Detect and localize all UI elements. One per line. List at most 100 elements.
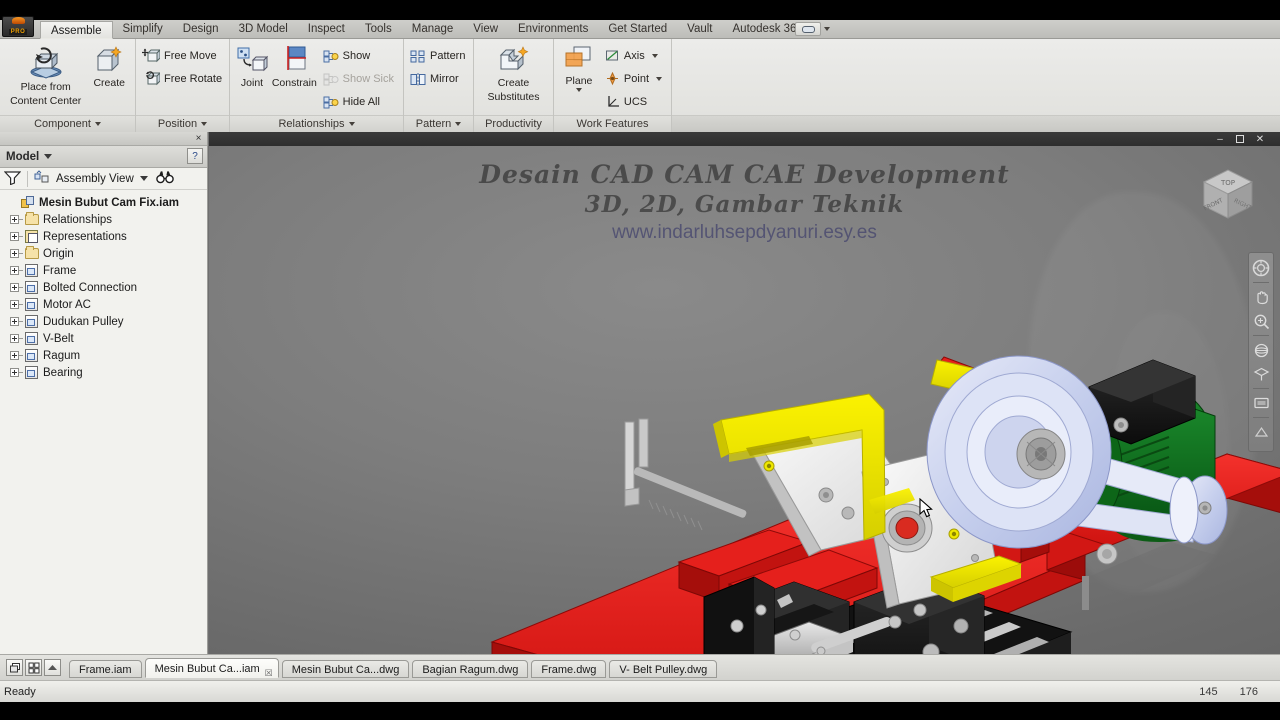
toolbar-separator	[27, 170, 28, 187]
tab-environments[interactable]: Environments	[508, 20, 598, 39]
orbit-icon[interactable]	[1251, 340, 1271, 360]
axis-button[interactable]: Axis	[603, 45, 667, 67]
pan-icon[interactable]	[1251, 287, 1271, 307]
navigation-bar[interactable]	[1248, 252, 1274, 452]
tree-item[interactable]: Frame	[3, 262, 207, 279]
tree-root-item[interactable]: Mesin Bubut Cam Fix.iam	[3, 194, 207, 211]
zoom-icon[interactable]	[1251, 311, 1271, 331]
place-from-content-center-button[interactable]: Place from Content Center	[4, 43, 87, 107]
joint-icon	[237, 47, 268, 72]
document-tab[interactable]: Mesin Bubut Ca...dwg	[281, 659, 410, 678]
ribbon-display-options-button[interactable]	[795, 22, 821, 36]
point-button[interactable]: Point	[603, 68, 667, 90]
panel-label-productivity[interactable]: Productivity	[474, 115, 553, 132]
help-icon[interactable]: ?	[187, 148, 203, 164]
status-bar: Ready 145 176	[0, 680, 1280, 702]
tab-simplify[interactable]: Simplify	[113, 20, 173, 39]
chevron-down-icon	[455, 122, 462, 127]
free-rotate-button[interactable]: Free Rotate	[140, 68, 227, 90]
panel-label-pattern[interactable]: Pattern	[404, 115, 473, 132]
display-icon[interactable]	[1251, 393, 1271, 413]
assembly-icon	[21, 196, 36, 209]
chevron-down-icon[interactable]	[44, 154, 53, 159]
joint-label: Joint	[240, 77, 264, 89]
create-component-button[interactable]: Create	[87, 43, 131, 89]
chevron-down-icon[interactable]	[139, 176, 148, 181]
expand-toggle-icon[interactable]	[9, 230, 23, 243]
pattern-button[interactable]: Pattern	[408, 45, 470, 67]
chevron-down-icon[interactable]	[656, 77, 662, 81]
panel-label-work-features[interactable]: Work Features	[554, 115, 671, 132]
view-cube[interactable]: TOP FRONT RIGHT	[1194, 160, 1262, 224]
cascade-windows-button[interactable]	[6, 659, 23, 676]
tab-view[interactable]: View	[463, 20, 508, 39]
free-move-button[interactable]: Free Move	[140, 45, 227, 67]
tree-item[interactable]: Motor AC	[3, 296, 207, 313]
tab-design[interactable]: Design	[173, 20, 229, 39]
expand-toggle-icon[interactable]	[9, 247, 23, 260]
expand-toggle-icon[interactable]	[9, 298, 23, 311]
tree-item[interactable]: Dudukan Pulley	[3, 313, 207, 330]
svg-text:TOP: TOP	[1220, 179, 1235, 187]
document-tab[interactable]: V- Belt Pulley.dwg	[609, 659, 718, 678]
tab-inspect[interactable]: Inspect	[298, 20, 355, 39]
plane-button[interactable]: Plane	[558, 43, 600, 92]
document-tab[interactable]: Frame.iam	[69, 659, 142, 678]
tile-windows-button[interactable]	[25, 659, 42, 676]
tree-item[interactable]: Representations	[3, 228, 207, 245]
tab-get-started[interactable]: Get Started	[598, 20, 677, 39]
substitutes-label: Substitutes	[487, 91, 540, 103]
panel-label-position[interactable]: Position	[136, 115, 229, 132]
free-rotate-icon	[146, 71, 160, 86]
hide-all-button[interactable]: Hide All	[321, 91, 399, 113]
model-tree[interactable]: Mesin Bubut Cam Fix.iam Relationships Repr…	[0, 190, 207, 654]
panel-label-component[interactable]: Component	[0, 115, 135, 132]
expand-toggle-icon[interactable]	[9, 213, 23, 226]
tab-assemble[interactable]: Assemble	[40, 21, 113, 39]
tree-item[interactable]: Origin	[3, 245, 207, 262]
tree-item[interactable]: V-Belt	[3, 330, 207, 347]
chevron-down-icon[interactable]	[575, 88, 582, 92]
expand-toggle-icon[interactable]	[9, 349, 23, 362]
filter-icon[interactable]	[3, 170, 22, 188]
expand-toggle-icon[interactable]	[9, 332, 23, 345]
expand-toggle-icon[interactable]	[9, 281, 23, 294]
create-substitutes-button[interactable]: Create Substitutes	[478, 43, 549, 103]
steering-wheel-icon[interactable]	[1251, 258, 1271, 278]
chevron-down-icon[interactable]	[651, 54, 658, 58]
ucs-button[interactable]: UCS	[603, 91, 667, 113]
tree-item[interactable]: Ragum	[3, 347, 207, 364]
look-at-icon[interactable]	[1251, 364, 1271, 384]
show-relationships-button[interactable]: Show	[321, 45, 399, 67]
assembly-view-label[interactable]: Assembly View	[56, 173, 134, 185]
tab-3d-model[interactable]: 3D Model	[229, 20, 298, 39]
tree-item[interactable]: Relationships	[3, 211, 207, 228]
application-menu-button[interactable]: PRO	[2, 16, 34, 37]
close-icon[interactable]: ×	[193, 133, 204, 144]
constrain-button[interactable]: Constrain	[270, 43, 319, 89]
point-icon	[606, 72, 618, 86]
document-tab[interactable]: Bagian Ragum.dwg	[412, 659, 529, 678]
ribbon-tabs: Assemble Simplify Design 3D Model Inspec…	[40, 20, 813, 39]
chevron-down-icon[interactable]	[824, 27, 830, 31]
tree-item[interactable]: Bearing	[3, 364, 207, 381]
tab-manage[interactable]: Manage	[402, 20, 464, 39]
scroll-up-button[interactable]	[44, 659, 61, 676]
tree-item[interactable]: Bolted Connection	[3, 279, 207, 296]
document-tab[interactable]: Mesin Bubut Ca...iam ☒	[144, 657, 279, 678]
mirror-button[interactable]: Mirror	[408, 68, 470, 90]
tab-tools[interactable]: Tools	[355, 20, 402, 39]
tab-vault[interactable]: Vault	[677, 20, 722, 39]
cad-model-mini-lathe[interactable]: Z X Y	[209, 132, 1280, 654]
document-tab[interactable]: Frame.dwg	[531, 659, 607, 678]
model-browser-panel: × Model ? Assembly View Mesin Bubut Cam …	[0, 132, 208, 654]
3d-viewport[interactable]: – ✕ Desain CAD CAM CAE Development 3D, 2…	[209, 132, 1280, 654]
show-sick-button[interactable]: Show Sick	[321, 68, 399, 90]
expand-toggle-icon[interactable]	[9, 315, 23, 328]
expand-toggle-icon[interactable]	[9, 264, 23, 277]
joint-button[interactable]: Joint	[234, 43, 270, 89]
find-icon[interactable]	[155, 170, 174, 187]
panel-label-relationships[interactable]: Relationships	[230, 115, 403, 132]
expand-toggle-icon[interactable]	[9, 366, 23, 379]
view-settings-icon[interactable]	[1251, 422, 1271, 442]
